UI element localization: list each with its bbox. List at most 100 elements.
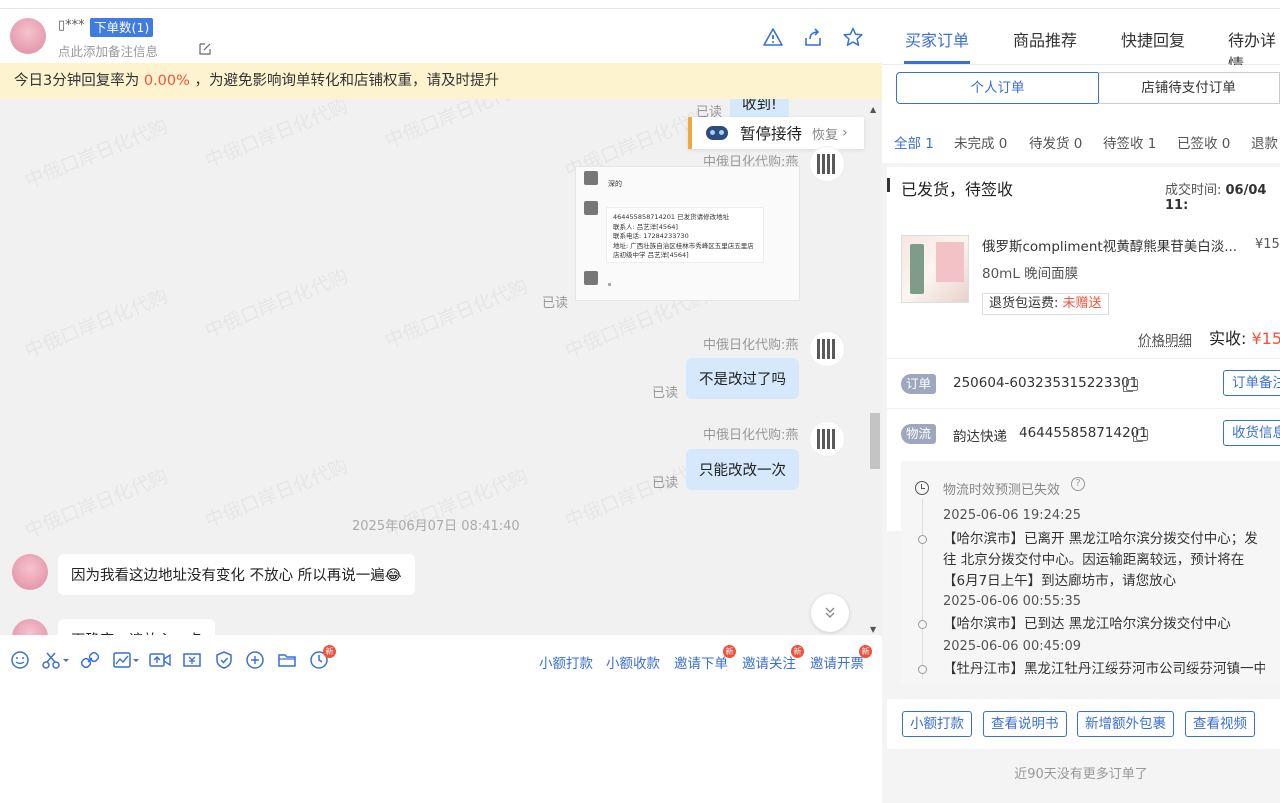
pause-reception-bar[interactable]: 暂停接待 恢复 › xyxy=(688,117,864,149)
receive-info-button[interactable]: 收货信息 xyxy=(1223,420,1280,446)
small-payment-button[interactable]: 小额打款 xyxy=(902,711,972,737)
refund-icon[interactable] xyxy=(245,650,265,670)
small-collect-link[interactable]: 小额收款 xyxy=(606,652,660,672)
shot-line xyxy=(608,283,611,286)
watermark: 中俄口岸日化代购 xyxy=(20,462,171,544)
order-filters: 全部 1 未完成 0 待发货 0 待签收 1 已签收 0 退款 xyxy=(882,115,1280,163)
active-tab-indicator xyxy=(904,61,970,64)
message-timestamp: 2025年06月07日 08:41:40 xyxy=(352,519,520,534)
video-icon[interactable] xyxy=(148,650,172,670)
buyer-avatar xyxy=(12,619,48,635)
filter-all[interactable]: 全部 1 xyxy=(894,132,934,152)
image-icon[interactable] xyxy=(112,650,140,670)
watermark: 中俄口岸日化代购 xyxy=(380,99,531,153)
message-input[interactable] xyxy=(0,684,882,803)
copy-icon[interactable] xyxy=(1133,429,1148,442)
scroll-up-arrow[interactable]: ▲ xyxy=(870,105,876,114)
watermark: 中俄口岸日化代购 xyxy=(20,282,171,364)
message-list[interactable]: 中俄口岸日化代购 中俄口岸日化代购 中俄口岸日化代购 中俄口岸日化代购 中俄口岸… xyxy=(0,99,882,635)
view-manual-button[interactable]: 查看说明书 xyxy=(983,711,1067,737)
filter-received[interactable]: 已签收 0 xyxy=(1177,132,1230,152)
logistics-time: 2025-06-06 00:55:35 xyxy=(943,594,1082,609)
logistics-time: 2025-06-06 00:45:09 xyxy=(943,639,1082,654)
return-shipping-tag: 退货包运费: 未赠送 xyxy=(982,293,1109,315)
filter-to-receive[interactable]: 待签收 1 xyxy=(1103,132,1156,152)
scroll-thumb[interactable] xyxy=(870,413,880,469)
window-top-strip xyxy=(0,0,1280,9)
small-payment-link[interactable]: 小额打款 xyxy=(539,652,593,672)
invite-follow-link[interactable]: 邀请关注 xyxy=(742,652,796,672)
order-actions: 小额打款 查看说明书 新增额外包裹 查看视频 xyxy=(887,699,1280,749)
watermark: 中俄口岸日化代购 xyxy=(200,452,351,534)
logistics-timeline[interactable]: 物流时效预测已失效 ? 2025-06-06 19:24:25 【哈尔滨市】已离… xyxy=(901,461,1280,683)
order-type-switch: 个人订单 店铺待支付订单 xyxy=(882,65,1280,115)
chat-scrollbar[interactable]: ▲ ▼ xyxy=(868,105,880,635)
folder-icon[interactable] xyxy=(277,650,297,670)
coupon-icon[interactable] xyxy=(182,650,202,670)
invite-order-link[interactable]: 邀请下单 xyxy=(674,652,728,672)
chat-panel: ▯*** 下单数(1) 点此添加备注信息 今日3分钟回复率为 0.00% ，为避… xyxy=(0,9,882,803)
shot-avatar xyxy=(584,171,598,185)
message-bubble: 因为我看这边地址没有变化 不放心 所以再说一遍😂 xyxy=(58,554,415,595)
message-bubble: 不是改过了吗 xyxy=(686,358,799,399)
invite-invoice-link[interactable]: 邀请开票 xyxy=(810,652,864,672)
store-pending-orders-button[interactable]: 店铺待支付订单 xyxy=(1098,72,1280,104)
chevron-right-icon[interactable]: › xyxy=(842,125,848,141)
add-package-button[interactable]: 新增额外包裹 xyxy=(1077,711,1174,737)
logistics-event: 【哈尔滨市】已离开 黑龙江哈尔滨分拨交付中心；发往 北京分拨交付中心。因运输距离… xyxy=(943,531,1258,589)
watermark: 中俄口岸日化代购 xyxy=(200,99,351,173)
clock-icon xyxy=(915,481,929,495)
product-image[interactable] xyxy=(901,235,969,303)
logistics-event: 【牡丹江市】黑龙江牡丹江绥芬河市公司绥芬河镇一中 xyxy=(943,661,1265,677)
tab-quick-reply[interactable]: 快捷回复 xyxy=(1121,27,1185,51)
image-message[interactable]: 深的 464455858714201 已发货请修改地址 联系人: 吕艺洋[456… xyxy=(575,166,800,301)
return-shipping-label: 退货包运费: xyxy=(989,296,1063,311)
deal-time: 成交时间: 06/04 11: xyxy=(1165,179,1280,213)
product-title[interactable]: 俄罗斯compliment视黄醇熊果苷美白淡... xyxy=(982,235,1237,255)
message-bubble: 只能改改一次 xyxy=(686,449,799,490)
scroll-down-arrow[interactable]: ▼ xyxy=(870,625,876,634)
shot-avatar xyxy=(584,271,598,285)
order-note-button[interactable]: 订单备注 xyxy=(1223,370,1280,396)
buyer-name[interactable]: ▯*** xyxy=(58,18,85,33)
watermark: 中俄口岸日化代购 xyxy=(380,272,531,354)
link-icon[interactable] xyxy=(80,650,100,670)
timeline-line xyxy=(922,499,923,679)
order-count-badge[interactable]: 下单数(1) xyxy=(90,18,154,37)
watermark: 中俄口岸日化代购 xyxy=(200,262,351,344)
new-badge: 新 xyxy=(323,645,336,658)
tab-product-recommend[interactable]: 商品推荐 xyxy=(1013,27,1077,51)
logistics-time: 2025-06-06 19:24:25 xyxy=(943,508,1082,523)
product-spec: 80mL 晚间面膜 xyxy=(982,266,1079,282)
actual-value: ¥15. xyxy=(1251,329,1280,348)
notice-prefix: 今日3分钟回复率为 xyxy=(14,73,144,89)
copy-icon[interactable] xyxy=(1123,379,1138,392)
warning-icon[interactable] xyxy=(762,26,784,48)
shot-avatar xyxy=(584,201,598,215)
filter-refund[interactable]: 退款 xyxy=(1251,132,1278,152)
read-status: 已读 xyxy=(652,386,679,401)
help-icon[interactable]: ? xyxy=(1071,477,1085,491)
add-note-link[interactable]: 点此添加备注信息 xyxy=(58,41,158,60)
restore-button[interactable]: 恢复 xyxy=(812,124,838,143)
shield-check-icon[interactable] xyxy=(214,650,234,670)
filter-unfinished[interactable]: 未完成 0 xyxy=(954,132,1007,152)
star-icon[interactable] xyxy=(842,26,864,48)
shot-line: 地址: 广西壮族自治区桂林市秀峰区五里店五里店 xyxy=(613,241,754,250)
filter-to-ship[interactable]: 待发货 0 xyxy=(1029,132,1082,152)
emoji-icon[interactable] xyxy=(10,650,30,670)
price-detail-link[interactable]: 价格明细 xyxy=(1138,329,1192,349)
tracking-number: 464455858714201 xyxy=(1019,425,1148,441)
tab-buyer-orders[interactable]: 买家订单 xyxy=(905,27,969,51)
scroll-to-bottom-button[interactable] xyxy=(811,594,849,632)
personal-orders-button[interactable]: 个人订单 xyxy=(896,72,1099,104)
sender-name: 中俄日化代购:燕 xyxy=(703,338,799,353)
share-icon[interactable] xyxy=(802,26,824,48)
panel-tabs: 买家订单 商品推荐 快捷回复 待办详情 xyxy=(882,9,1280,74)
logistics-tag: 物流 xyxy=(901,424,937,444)
new-badge: 新 xyxy=(791,645,804,658)
edit-icon[interactable] xyxy=(198,42,212,56)
buyer-avatar[interactable] xyxy=(10,18,46,54)
scissors-icon[interactable] xyxy=(41,650,69,670)
view-video-button[interactable]: 查看视频 xyxy=(1185,711,1255,737)
